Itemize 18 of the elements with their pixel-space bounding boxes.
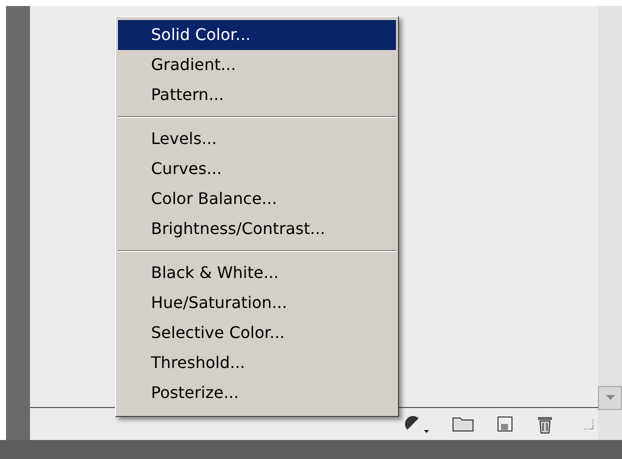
menu-item[interactable]: Selective Color... (118, 318, 396, 348)
menu-item[interactable]: Levels... (118, 124, 396, 154)
folder-icon[interactable] (452, 416, 474, 432)
trash-icon[interactable] (536, 414, 554, 434)
menu-item[interactable]: Gradient... (118, 50, 396, 80)
menu-item[interactable]: Brightness/Contrast... (118, 214, 396, 244)
new-layer-icon[interactable] (496, 415, 514, 433)
menu-item[interactable]: Threshold... (118, 348, 396, 378)
menu-item[interactable]: Solid Color... (118, 20, 396, 50)
menu-item[interactable]: Hue/Saturation... (118, 288, 396, 318)
caret-down-icon (606, 395, 614, 401)
menu-item[interactable]: Posterize... (118, 378, 396, 408)
menu-item[interactable]: Color Balance... (118, 184, 396, 214)
menu-item[interactable]: Black & White... (118, 258, 396, 288)
adjustment-layer-icon[interactable] (404, 414, 430, 434)
menu-item[interactable]: Pattern... (118, 80, 396, 110)
resize-grip-icon[interactable] (582, 418, 594, 430)
menu-item[interactable]: Curves... (118, 154, 396, 184)
